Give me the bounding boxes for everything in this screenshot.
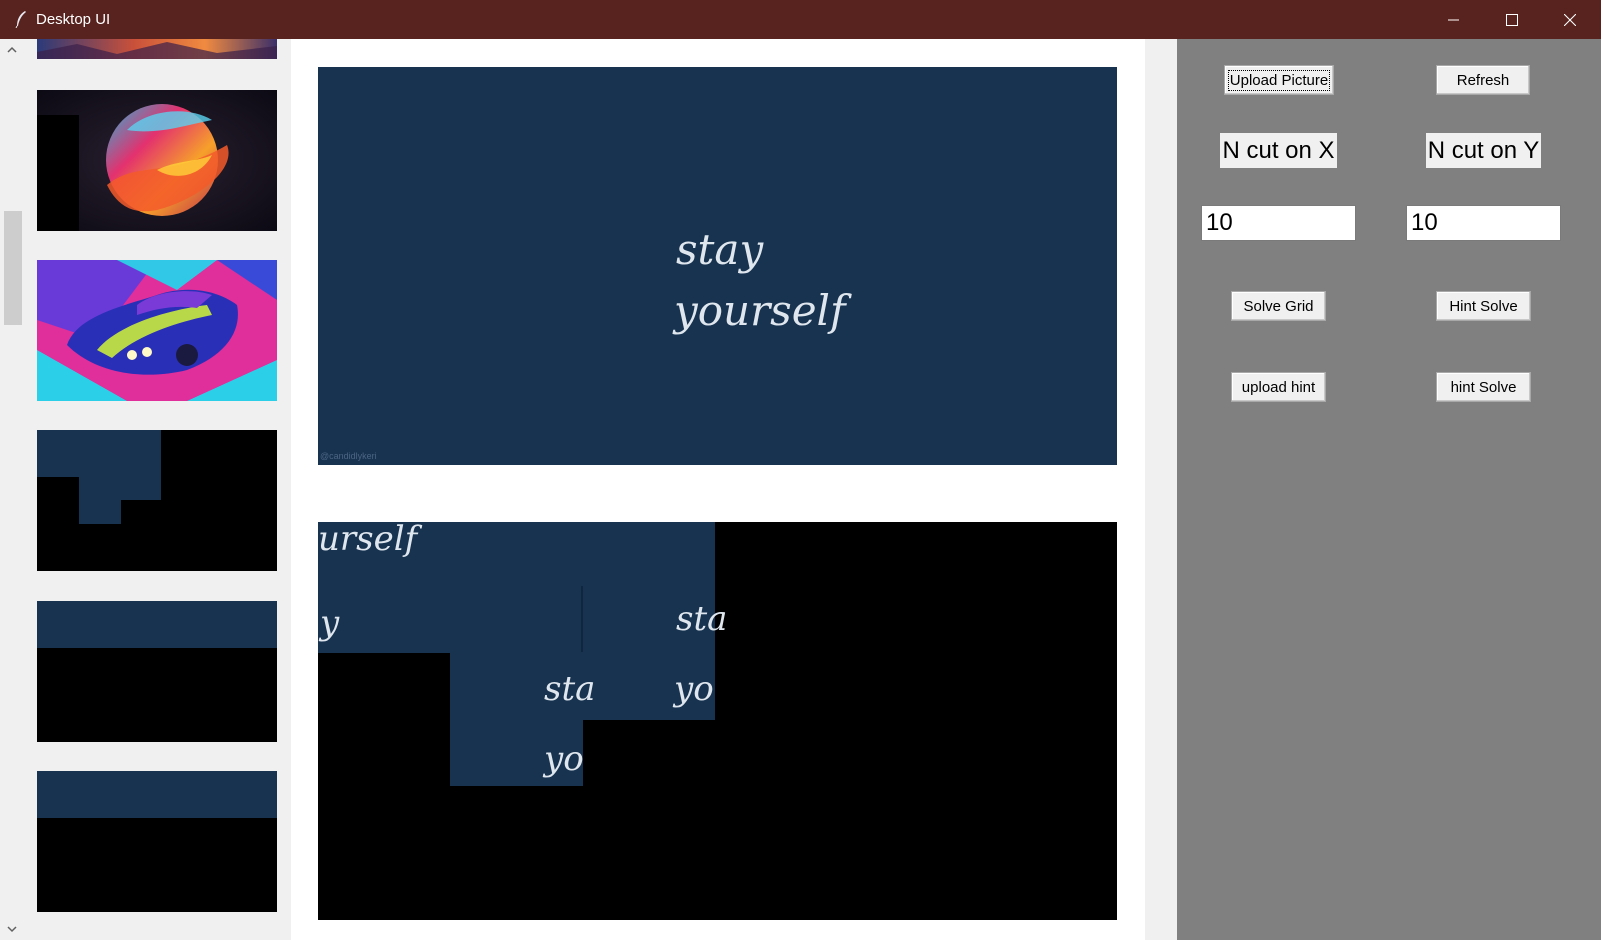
scroll-up-arrow-icon[interactable] <box>6 45 18 55</box>
upload-picture-button[interactable]: Upload Picture <box>1224 65 1334 95</box>
thumbnail-sidebar <box>0 39 291 940</box>
minimize-button[interactable] <box>1425 0 1483 39</box>
image-text-yourself: yourself <box>672 286 852 335</box>
puzzle-fragment-4: yo <box>542 739 584 779</box>
solve-grid-button[interactable]: Solve Grid <box>1231 291 1326 321</box>
thumbnail-colorful-planet[interactable] <box>37 90 277 231</box>
thumbnail-puzzle-strip-1[interactable] <box>37 601 277 742</box>
feather-icon <box>15 11 26 28</box>
title-bar: Desktop UI <box>0 0 1601 39</box>
maximize-button[interactable] <box>1483 0 1541 39</box>
hint-solve-secondary-label: hint Solve <box>1450 378 1517 396</box>
thumbnail-mountain-sunset[interactable] <box>37 39 277 59</box>
n-cut-y-input[interactable]: 10 <box>1406 205 1561 241</box>
n-cut-x-label: N cut on X <box>1220 133 1337 168</box>
hint-solve-button[interactable]: Hint Solve <box>1436 291 1531 321</box>
refresh-label: Refresh <box>1456 71 1510 89</box>
puzzle-fragment-5: sta <box>676 599 727 639</box>
thumbnail-partial-puzzle[interactable] <box>37 430 277 571</box>
close-button[interactable] <box>1541 0 1599 39</box>
solve-grid-label: Solve Grid <box>1243 297 1314 315</box>
hint-solve-secondary-button[interactable]: hint Solve <box>1436 372 1531 402</box>
refresh-button[interactable]: Refresh <box>1436 65 1530 95</box>
image-watermark: @candidlykeri <box>320 451 377 461</box>
upload-hint-label: upload hint <box>1241 378 1316 396</box>
minimize-icon <box>1448 19 1459 20</box>
puzzle-fragment-2: y <box>318 603 340 643</box>
puzzle-fragment-1: urself <box>318 522 423 559</box>
puzzle-image: urself y sta yo sta yo <box>318 522 1117 920</box>
puzzle-fragment-3: sta <box>544 669 595 709</box>
scrollbar-thumb[interactable] <box>4 211 22 325</box>
n-cut-y-label: N cut on Y <box>1426 133 1541 168</box>
center-gutter <box>1145 39 1177 940</box>
original-image: stay yourself @candidlykeri <box>318 67 1117 465</box>
puzzle-fragment-6: yo <box>672 669 714 709</box>
image-text-stay: stay <box>676 225 764 274</box>
window-title: Desktop UI <box>36 11 111 28</box>
upload-hint-button[interactable]: upload hint <box>1231 372 1326 402</box>
scroll-down-arrow-icon[interactable] <box>6 924 18 934</box>
close-icon <box>1564 13 1576 26</box>
maximize-icon <box>1506 13 1518 26</box>
thumbnail-puzzle-strip-2[interactable] <box>37 771 277 912</box>
hint-solve-label: Hint Solve <box>1449 297 1518 315</box>
control-panel <box>1177 39 1601 940</box>
n-cut-x-input[interactable]: 10 <box>1201 205 1356 241</box>
upload-picture-label: Upload Picture <box>1227 69 1331 91</box>
vertical-scrollbar[interactable] <box>1 39 23 940</box>
thumbnail-neon-car[interactable] <box>37 260 277 401</box>
